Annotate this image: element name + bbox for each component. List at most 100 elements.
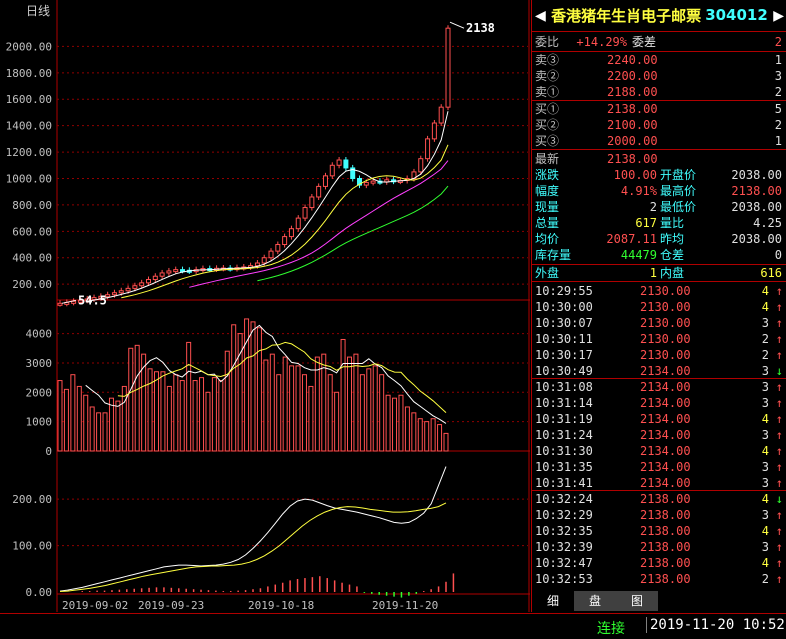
volume-bar [411, 412, 417, 452]
stat-label: 幅度 [535, 184, 560, 198]
ask-price: 2240.00 [607, 53, 658, 67]
tick-row: 10:30:07 2130.00 3 ↑ [532, 315, 786, 331]
tick-time: 10:31:08 [535, 380, 593, 394]
volume-bar [70, 374, 76, 452]
volume-bar [443, 432, 449, 452]
tick-price: 2134.00 [640, 412, 691, 426]
tick-price: 2130.00 [640, 332, 691, 346]
stat-label: 昨均 [660, 232, 685, 246]
volume-bar [224, 350, 230, 452]
price-tick-label: 1000.00 [6, 172, 52, 185]
next-security-icon[interactable]: ▶ [773, 8, 784, 24]
volume-bar [314, 356, 320, 452]
tick-time: 10:32:39 [535, 540, 593, 554]
tick-time: 10:31:30 [535, 444, 593, 458]
security-title: ◀ 香港猪年生肖电子邮票 304012 ▶ [532, 0, 786, 30]
candle [111, 292, 117, 296]
stat-row: 均价 2087.11 昨均 2038.00 [532, 231, 786, 247]
volume-bar [424, 421, 430, 452]
price-tick-label: 1800.00 [6, 67, 52, 80]
volume-bar [89, 406, 95, 452]
stat-label: 最高价 [660, 184, 697, 198]
candle [125, 287, 131, 292]
tick-row: 10:32:39 2138.00 3 ↑ [532, 539, 786, 555]
volume-bar [366, 368, 372, 452]
stat-label: 开盘价 [660, 168, 697, 182]
tick-direction-icon: ↑ [775, 380, 783, 394]
tick-time: 10:32:47 [535, 556, 593, 570]
stat-value: 2 [649, 200, 657, 214]
tab-chart[interactable]: 图 [616, 591, 658, 611]
candle [431, 122, 437, 140]
volume-bar [392, 397, 398, 452]
tick-volume: 3 [761, 316, 769, 330]
ask-label: 卖③ [535, 53, 560, 67]
tick-price: 2134.00 [640, 476, 691, 490]
tick-direction-icon: ↑ [775, 572, 783, 586]
volume-bar [359, 374, 365, 452]
candle [118, 290, 124, 294]
tick-price: 2134.00 [640, 380, 691, 394]
volume-bar [160, 371, 166, 452]
last-label: 最新 [535, 152, 560, 166]
weibi-label: 委比 [535, 35, 560, 49]
stat-value: 617 [635, 216, 657, 230]
tick-time: 10:30:11 [535, 332, 593, 346]
tick-volume: 3 [761, 508, 769, 522]
volume-bar [205, 391, 211, 452]
security-code: 304012 [705, 6, 768, 24]
stat-value: 4.91% [620, 184, 657, 198]
tick-row: 10:31:24 2134.00 3 ↑ [532, 427, 786, 443]
connection-status[interactable]: 连接 [597, 618, 625, 638]
volume-bar [372, 365, 378, 452]
tick-direction-icon: ↑ [775, 508, 783, 522]
volume-bar [134, 344, 140, 452]
candle [336, 159, 342, 166]
stat-label: 总量 [535, 216, 560, 230]
ask-volume: 2 [774, 85, 782, 99]
price-tick-label: 1200.00 [6, 146, 52, 159]
candle [139, 282, 145, 287]
tick-row: 10:31:08 2134.00 3 ↑ [532, 379, 786, 395]
volume-bar [353, 353, 359, 452]
last-row: 最新 2138.00 [532, 151, 786, 167]
ask-volume: 1 [774, 53, 782, 67]
ask-volume: 3 [774, 69, 782, 83]
tick-volume: 2 [761, 348, 769, 362]
tick-time: 10:32:29 [535, 508, 593, 522]
tick-row: 10:31:35 2134.00 3 ↑ [532, 459, 786, 475]
prev-security-icon[interactable]: ◀ [535, 8, 546, 24]
price-tick-label: 800.00 [12, 199, 52, 212]
volume-bar [256, 327, 262, 452]
volume-bar [430, 418, 436, 452]
tick-time: 10:30:49 [535, 364, 593, 378]
high-label: 2138 [466, 21, 495, 35]
weibi-value: +14.29% [576, 35, 627, 49]
kline-chart[interactable]: 日线 2000.00 1800.00 1600.00 1400.00 1200.00 100… [0, 0, 530, 612]
volume-bar [385, 394, 391, 452]
tick-direction-icon: ↑ [775, 332, 783, 346]
volume-bar [334, 391, 340, 452]
tick-time: 10:31:24 [535, 428, 593, 442]
volume-bar [154, 371, 159, 452]
price-tick-label: 400.00 [12, 252, 52, 265]
tab-book[interactable]: 盘 [574, 591, 616, 611]
volume-bar [186, 341, 192, 452]
tick-time: 10:29:55 [535, 284, 593, 298]
volume-bar [308, 385, 314, 452]
tab-detail[interactable]: 细 [532, 591, 574, 611]
tick-volume: 3 [761, 364, 769, 378]
stat-value: 2138.00 [731, 184, 782, 198]
indicator-tick-label: 200.00 [12, 493, 52, 506]
date-tick-label: 2019-09-02 [62, 599, 128, 612]
stat-label: 量比 [660, 216, 685, 230]
bid-price: 2000.00 [607, 134, 658, 148]
candle [425, 138, 431, 160]
tick-price: 2130.00 [640, 284, 691, 298]
tick-volume: 4 [761, 556, 769, 570]
stat-label: 最低价 [660, 200, 697, 214]
volume-tick-label: 2000 [26, 386, 53, 399]
weicha-label: 委差 [632, 35, 657, 49]
candle [322, 175, 328, 187]
candle [282, 236, 288, 246]
